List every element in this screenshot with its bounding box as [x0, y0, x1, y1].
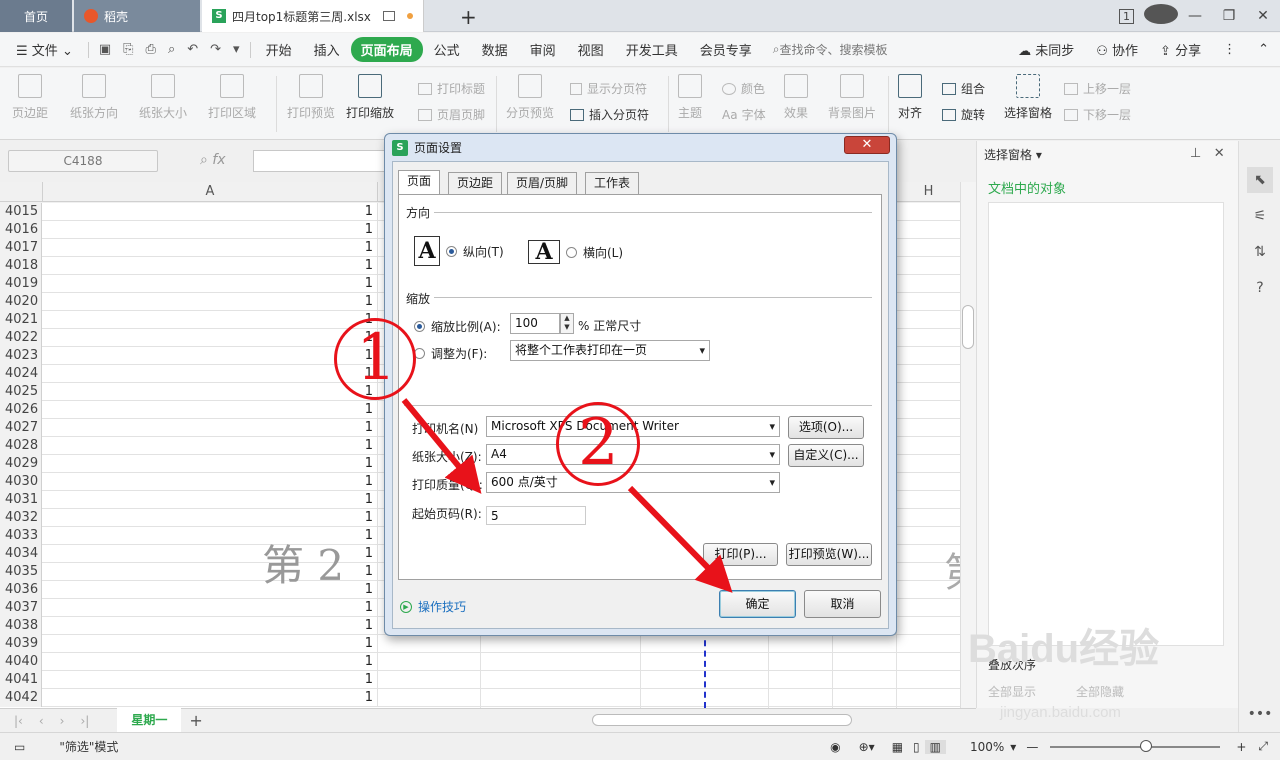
baidu-url-watermark: jingyan.baidu.com — [1000, 704, 1121, 721]
step-1-arrow — [401, 398, 482, 494]
step-2-arrow — [627, 485, 733, 593]
baidu-logo-watermark: Baidu经验 — [968, 627, 1160, 671]
